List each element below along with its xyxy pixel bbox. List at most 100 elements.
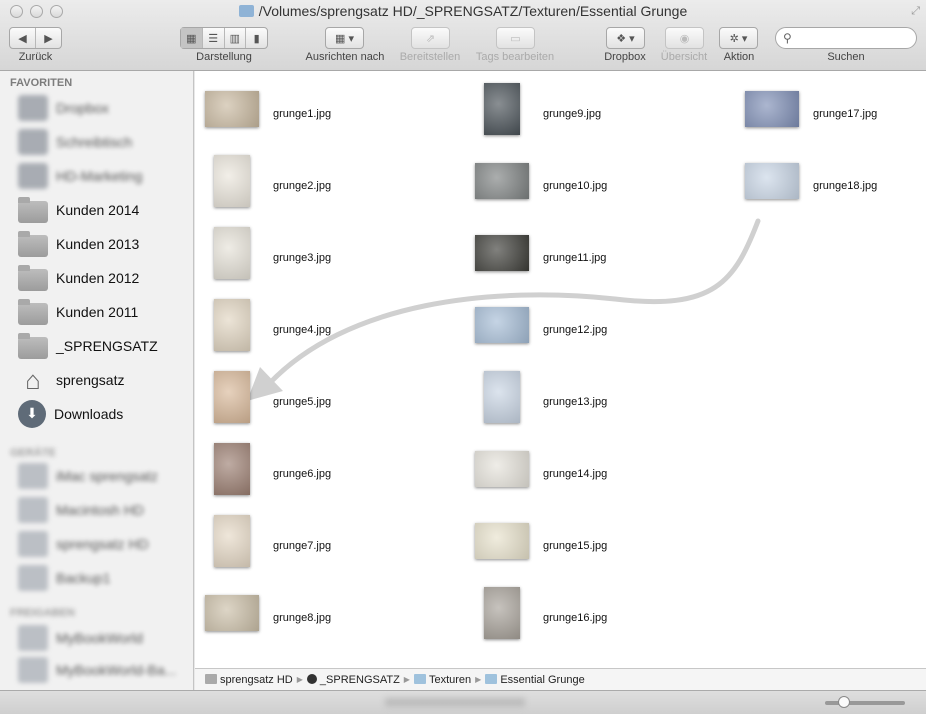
back-forward-control[interactable]: ◀ ▶ bbox=[9, 27, 62, 49]
file-item[interactable]: grunge10.jpg bbox=[465, 149, 725, 209]
file-item[interactable]: grunge12.jpg bbox=[465, 293, 725, 353]
sidebar-device[interactable]: iMac sprengsatz bbox=[18, 461, 188, 491]
file-item[interactable]: grunge2.jpg bbox=[195, 149, 455, 209]
sidebar-item-label: sprengsatz bbox=[56, 372, 125, 388]
view-label: Darstellung bbox=[196, 51, 252, 63]
share-label: Bereitstellen bbox=[399, 51, 461, 63]
drive-icon bbox=[18, 565, 48, 591]
file-name: grunge12.jpg bbox=[543, 324, 608, 336]
image-thumbnail bbox=[205, 91, 259, 127]
sidebar-item[interactable]: Kunden 2014 bbox=[18, 195, 188, 225]
sidebar-device[interactable]: Macintosh HD bbox=[18, 495, 188, 525]
folder-icon bbox=[485, 673, 498, 684]
file-item[interactable]: grunge6.jpg bbox=[195, 437, 455, 497]
file-name: grunge11.jpg bbox=[543, 252, 607, 264]
network-drive-icon bbox=[18, 625, 48, 651]
path-separator-icon: ▶ bbox=[475, 675, 482, 684]
file-item[interactable]: grunge9.jpg bbox=[465, 77, 725, 137]
file-item[interactable]: grunge11.jpg bbox=[465, 221, 725, 281]
sidebar-item[interactable]: Kunden 2013 bbox=[18, 229, 188, 259]
quicklook-button[interactable]: ◉ bbox=[665, 27, 704, 49]
file-item[interactable]: grunge14.jpg bbox=[465, 437, 725, 497]
image-thumbnail bbox=[214, 371, 250, 423]
folder-icon bbox=[18, 333, 48, 359]
folder-icon bbox=[18, 299, 48, 325]
drive-icon bbox=[18, 463, 48, 489]
file-name: grunge3.jpg bbox=[273, 252, 332, 264]
sidebar-item[interactable]: Dropbox bbox=[18, 93, 188, 123]
icon-size-slider-knob[interactable] bbox=[838, 696, 850, 708]
sidebar-item[interactable]: ⌂ sprengsatz bbox=[18, 365, 188, 395]
share-button[interactable]: ⇗ bbox=[411, 27, 450, 49]
view-control[interactable]: ▦ ☰ ▥ ▮ bbox=[180, 27, 268, 49]
file-item[interactable]: grunge18.jpg bbox=[735, 149, 926, 209]
sidebar-item-label: sprengsatz HD bbox=[56, 536, 149, 552]
path-segment-label: sprengsatz HD bbox=[220, 673, 293, 686]
sidebar-item-label: Kunden 2011 bbox=[56, 304, 139, 320]
image-thumbnail bbox=[214, 515, 250, 567]
image-thumbnail bbox=[475, 307, 529, 343]
arrange-button[interactable]: ▦ ▾ bbox=[325, 27, 364, 49]
file-item[interactable]: grunge7.jpg bbox=[195, 509, 455, 569]
back-label: Zurück bbox=[18, 51, 53, 63]
path-separator-icon: ▶ bbox=[296, 675, 303, 684]
sidebar-item-label: _SPRENGSATZ bbox=[56, 338, 158, 354]
file-name: grunge14.jpg bbox=[543, 468, 608, 480]
coverflow-view-icon[interactable]: ▮ bbox=[245, 28, 267, 48]
icon-view-icon[interactable]: ▦ bbox=[181, 28, 202, 48]
file-item[interactable]: grunge3.jpg bbox=[195, 221, 455, 281]
column-view-icon[interactable]: ▥ bbox=[223, 28, 246, 48]
search-input[interactable]: ⚲ bbox=[775, 27, 917, 49]
list-view-icon[interactable]: ☰ bbox=[201, 28, 224, 48]
drive-icon bbox=[205, 673, 217, 684]
file-item[interactable]: grunge15.jpg bbox=[465, 509, 725, 569]
image-thumbnail bbox=[745, 163, 799, 199]
sidebar-device[interactable]: Backup1 bbox=[18, 563, 188, 593]
file-item[interactable]: grunge8.jpg bbox=[195, 581, 455, 641]
file-name: grunge4.jpg bbox=[273, 324, 332, 336]
sidebar-item[interactable]: Kunden 2012 bbox=[18, 263, 188, 293]
sidebar-item[interactable]: _SPRENGSATZ bbox=[18, 331, 188, 361]
file-item[interactable]: grunge16.jpg bbox=[465, 581, 725, 641]
file-item[interactable]: grunge1.jpg bbox=[195, 77, 455, 137]
sidebar-item-label: HD-Marketing bbox=[56, 168, 143, 184]
sidebar-item[interactable]: Kunden 2011 bbox=[18, 297, 188, 327]
back-icon[interactable]: ◀ bbox=[10, 28, 35, 48]
gear-icon: ✲ ▾ bbox=[729, 32, 748, 45]
sidebar-item[interactable]: Schreibtisch bbox=[18, 127, 188, 157]
path-segment[interactable]: Essential Grunge bbox=[485, 673, 585, 686]
sidebar-item-label: MyBookWorld bbox=[56, 630, 143, 646]
sidebar-item-label: Downloads bbox=[54, 406, 124, 422]
sidebar-item[interactable]: HD-Marketing bbox=[18, 161, 188, 191]
folder-icon bbox=[306, 673, 317, 684]
sidebar-item[interactable]: ⬇ Downloads bbox=[18, 399, 188, 429]
sidebar-shared[interactable]: MyBookWorld-Ba... bbox=[18, 655, 188, 685]
dropbox-button[interactable]: ❖ ▾ bbox=[606, 27, 645, 49]
sidebar-device[interactable]: sprengsatz HD bbox=[18, 529, 188, 559]
action-button[interactable]: ✲ ▾ bbox=[719, 27, 758, 49]
file-name: grunge7.jpg bbox=[273, 540, 332, 552]
sidebar-item-label: Kunden 2013 bbox=[56, 236, 140, 252]
path-segment[interactable]: Texturen bbox=[413, 673, 471, 686]
file-name: grunge15.jpg bbox=[543, 540, 608, 552]
file-name: grunge16.jpg bbox=[543, 612, 608, 624]
file-item[interactable]: grunge5.jpg bbox=[195, 365, 455, 425]
image-thumbnail bbox=[214, 155, 250, 207]
file-name: grunge5.jpg bbox=[273, 396, 332, 408]
path-segment[interactable]: _SPRENGSATZ bbox=[306, 673, 400, 686]
downloads-icon: ⬇ bbox=[18, 400, 46, 428]
file-item[interactable]: grunge13.jpg bbox=[465, 365, 725, 425]
folder-icon bbox=[413, 673, 426, 684]
search-icon: ⚲ bbox=[783, 31, 792, 45]
image-thumbnail bbox=[475, 163, 529, 199]
fullscreen-icon[interactable]: ⤢ bbox=[911, 5, 920, 18]
path-segment[interactable]: sprengsatz HD bbox=[205, 673, 293, 686]
tags-button[interactable]: ▭ bbox=[496, 27, 535, 49]
icon-size-slider[interactable] bbox=[825, 701, 905, 705]
forward-icon[interactable]: ▶ bbox=[35, 28, 61, 48]
file-item[interactable]: grunge17.jpg bbox=[735, 77, 926, 137]
file-name: grunge8.jpg bbox=[273, 612, 332, 624]
file-item[interactable]: grunge4.jpg bbox=[195, 293, 455, 353]
image-thumbnail bbox=[475, 235, 529, 271]
sidebar-shared[interactable]: MyBookWorld bbox=[18, 623, 188, 653]
